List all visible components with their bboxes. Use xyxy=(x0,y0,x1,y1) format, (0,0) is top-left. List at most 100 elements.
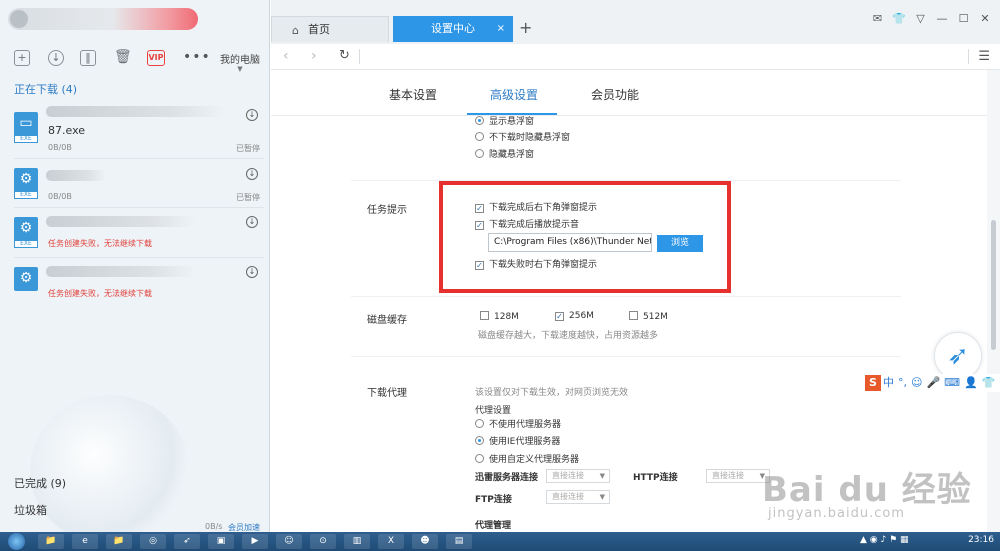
radio-custom-proxy[interactable]: 使用自定义代理服务器 xyxy=(475,452,579,465)
ime-mode-toggle[interactable]: 中 xyxy=(883,376,894,389)
taskbar-app-icon[interactable]: e xyxy=(72,534,98,549)
taskbar-app-icon[interactable]: ▥ xyxy=(344,534,370,549)
list-item[interactable]: ⚙ 任务创建失败，无法继续下载 ↓ xyxy=(0,261,269,309)
blurred-filename xyxy=(46,216,196,227)
user-icon[interactable]: 👤 xyxy=(964,376,978,389)
proxy-hint: 该设置仅对下载生效，对网页浏览无效 xyxy=(475,388,629,398)
avatar[interactable] xyxy=(10,10,28,28)
sogou-logo-icon[interactable]: S xyxy=(865,375,881,391)
checkbox-indicator xyxy=(480,311,489,320)
file-size: 0B/0B xyxy=(48,192,72,201)
ftp-conn-select[interactable]: 直接连接 ▼ xyxy=(546,490,610,504)
error-message: 任务创建失败，无法继续下载 xyxy=(48,289,152,298)
start-button[interactable] xyxy=(8,533,25,550)
divider xyxy=(351,356,901,357)
file-name: 87.exe xyxy=(48,124,86,137)
clock[interactable]: 23:16 xyxy=(968,535,994,545)
download-action-icon[interactable]: ↓ xyxy=(246,109,258,121)
option-label: 隐藏悬浮窗 xyxy=(489,150,535,160)
task-hint-label: 任务提示 xyxy=(367,205,407,216)
radio-hide-when-idle[interactable]: 不下载时隐藏悬浮窗 xyxy=(475,130,570,143)
baidu-jingyan-watermark: Bai du 经验 jingyan.baidu.com xyxy=(762,462,994,528)
maximize-icon[interactable]: ☐ xyxy=(955,12,973,25)
tab-basic-settings[interactable]: 基本设置 xyxy=(389,86,437,103)
vip-button[interactable]: VIP xyxy=(147,50,165,66)
mail-icon[interactable]: ✉ xyxy=(869,12,887,25)
radio-ie-proxy[interactable]: 使用IE代理服务器 xyxy=(475,434,560,447)
radio-show-float[interactable]: 显示悬浮窗 xyxy=(475,116,534,127)
taskbar-app-icon[interactable]: ☺ xyxy=(276,534,302,549)
delete-icon[interactable]: 🗑 xyxy=(114,50,132,66)
list-item[interactable]: ⚙ EXE 0B/0B 已暂停 ↓ xyxy=(0,162,269,210)
download-action-icon[interactable]: ↓ xyxy=(246,266,258,278)
minimize-icon[interactable]: — xyxy=(933,12,951,25)
file-size: 0B/0B xyxy=(48,143,72,152)
forward-icon[interactable]: › xyxy=(311,48,317,64)
taskbar-app-icon[interactable]: 📁 xyxy=(106,534,132,549)
new-task-icon[interactable]: + xyxy=(14,50,30,66)
tab-label: 首页 xyxy=(308,23,330,36)
checkbox-cache-128[interactable]: 128M xyxy=(480,311,519,322)
keyboard-icon[interactable]: ⌨ xyxy=(944,376,960,389)
radio-indicator xyxy=(475,436,484,445)
ftp-conn-label: FTP连接 xyxy=(475,495,512,505)
taskbar-app-icon[interactable]: ▤ xyxy=(446,534,472,549)
proxy-manage-label: 代理管理 xyxy=(475,521,512,531)
accelerate-link[interactable]: 会员加速 xyxy=(228,522,260,532)
my-pc-dropdown[interactable]: 我的电脑 ▼ xyxy=(220,51,260,73)
menu-dropdown-icon[interactable]: ▽ xyxy=(912,12,930,25)
gear-file-icon: ⚙ EXE xyxy=(14,168,38,199)
tab-home[interactable]: ⌂ 首页 xyxy=(271,16,389,42)
taskbar-app-icon[interactable]: ▣ xyxy=(208,534,234,549)
download-action-icon[interactable]: ↓ xyxy=(246,168,258,180)
close-icon[interactable]: ✕ xyxy=(976,12,994,25)
radio-hide-float[interactable]: 隐藏悬浮窗 xyxy=(475,147,534,160)
thunder-float-icon[interactable]: ➶ xyxy=(934,332,982,380)
start-icon[interactable]: ↓ xyxy=(48,50,64,66)
option-label: 512M xyxy=(643,312,668,322)
divider xyxy=(968,49,969,64)
taskbar-app-icon[interactable]: ☻ xyxy=(412,534,438,549)
punctuation-toggle[interactable]: °, xyxy=(898,376,907,389)
hamburger-menu-icon[interactable]: ☰ xyxy=(978,49,990,64)
tab-member-features[interactable]: 会员功能 xyxy=(591,86,639,103)
radio-no-proxy[interactable]: 不使用代理服务器 xyxy=(475,417,561,430)
task-status: 已暂停 xyxy=(236,193,260,202)
downloading-title[interactable]: 正在下载 (4) xyxy=(14,81,77,97)
radio-indicator xyxy=(475,132,484,141)
taskbar-app-icon[interactable]: X xyxy=(378,534,404,549)
checkbox-indicator: ✓ xyxy=(555,312,564,321)
taskbar-app-icon[interactable]: ▶ xyxy=(242,534,268,549)
taskbar-app-icon[interactable]: 📁 xyxy=(38,534,64,549)
skin-icon[interactable]: 👕 xyxy=(890,12,908,25)
system-tray[interactable]: ▲ ◉ ♪ ⚑ ▦ xyxy=(860,535,909,545)
completed-section[interactable]: 已完成 (9) xyxy=(14,475,66,491)
checkbox-cache-256[interactable]: ✓ 256M xyxy=(555,311,594,321)
annotation-highlight-box xyxy=(439,181,731,293)
download-action-icon[interactable]: ↓ xyxy=(246,216,258,228)
taskbar-app-icon[interactable]: ➶ xyxy=(174,534,200,549)
thunder-conn-select[interactable]: 直接连接 ▼ xyxy=(546,469,610,483)
gear-file-icon: ⚙ EXE xyxy=(14,217,38,248)
scrollbar-thumb[interactable] xyxy=(991,220,996,350)
tab-advanced-settings[interactable]: 高级设置 xyxy=(490,86,538,103)
window-controls: ✉ 👕 ▽ — ☐ ✕ xyxy=(869,12,995,25)
new-tab-button[interactable]: + xyxy=(519,18,532,37)
microphone-icon[interactable]: 🎤 xyxy=(926,376,940,389)
list-item[interactable]: ⚙ EXE 任务创建失败，无法继续下载 ↓ xyxy=(0,211,269,259)
taskbar-app-icon[interactable]: ◎ xyxy=(140,534,166,549)
http-conn-select[interactable]: 直接连接 ▼ xyxy=(706,469,770,483)
close-tab-icon[interactable]: × xyxy=(497,16,505,42)
emoji-icon[interactable]: ☺ xyxy=(911,376,922,389)
more-button[interactable]: ••• xyxy=(183,49,211,65)
trash-section[interactable]: 垃圾箱 xyxy=(14,502,47,518)
tab-settings-center[interactable]: 设置中心 × xyxy=(393,16,513,42)
list-item[interactable]: ▭ EXE 87.exe 0B/0B 已暂停 ↓ xyxy=(0,100,269,153)
skin-icon[interactable]: 👕 xyxy=(982,376,996,389)
back-icon[interactable]: ‹ xyxy=(283,48,289,64)
refresh-icon[interactable]: ↻ xyxy=(339,48,350,63)
checkbox-cache-512[interactable]: 512M xyxy=(629,311,668,322)
pause-icon[interactable]: ‖ xyxy=(80,50,96,66)
taskbar-app-icon[interactable]: ⊙ xyxy=(310,534,336,549)
radio-indicator xyxy=(475,149,484,158)
